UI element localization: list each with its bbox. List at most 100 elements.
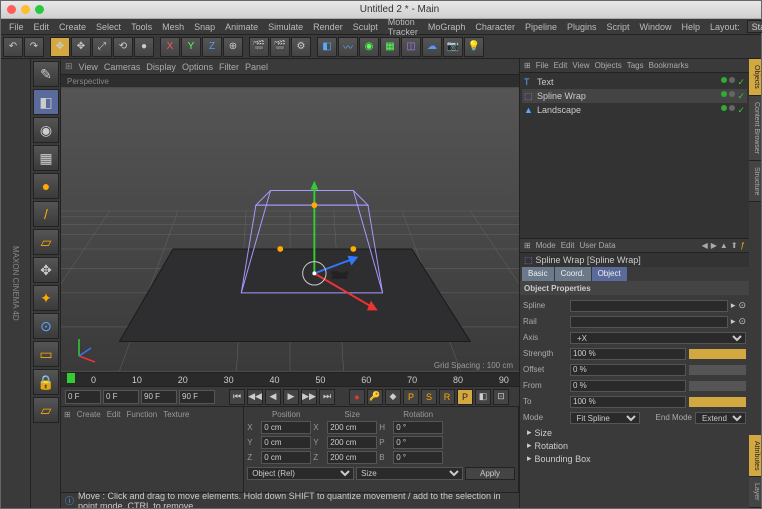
z-axis-lock[interactable]: Z xyxy=(202,37,222,57)
nav-back-icon[interactable]: ◀ xyxy=(702,241,708,250)
apply-button[interactable]: Apply xyxy=(465,467,515,480)
menu-file[interactable]: File xyxy=(5,20,28,34)
play-forward-button[interactable]: ▶ xyxy=(283,389,299,405)
object-item-text[interactable]: T Text ✓ xyxy=(522,75,747,89)
menu-edit[interactable]: Edit xyxy=(30,20,54,34)
pla-key-button[interactable]: ◧ xyxy=(475,389,491,405)
frame-range-end-input[interactable] xyxy=(179,390,215,404)
strength-slider[interactable] xyxy=(689,349,746,359)
om-view[interactable]: View xyxy=(572,61,589,70)
keyframe-selection-button[interactable]: ◆ xyxy=(385,389,401,405)
vp-menu-options[interactable]: Options xyxy=(182,62,213,72)
menu-mesh[interactable]: Mesh xyxy=(158,20,188,34)
menu-animate[interactable]: Animate xyxy=(221,20,262,34)
minimize-window-button[interactable] xyxy=(21,5,30,14)
pos-x-input[interactable] xyxy=(261,421,311,434)
vp-menu-view[interactable]: View xyxy=(79,62,98,72)
add-deformer-button[interactable]: ◫ xyxy=(401,37,421,57)
snap-enable-button[interactable]: ⊙ xyxy=(33,313,59,339)
vp-menu-cameras[interactable]: Cameras xyxy=(104,62,141,72)
size-y-input[interactable] xyxy=(327,436,377,449)
size-x-input[interactable] xyxy=(327,421,377,434)
side-tab-objects[interactable]: Objects xyxy=(749,59,761,96)
frame-start-input[interactable] xyxy=(65,390,101,404)
collapse-bounding-box[interactable]: ▸Bounding Box xyxy=(523,452,746,465)
from-slider[interactable] xyxy=(689,381,746,391)
prev-key-button[interactable]: ◀◀ xyxy=(247,389,263,405)
matmgr-function[interactable]: Function xyxy=(127,410,158,419)
side-tab-layer[interactable]: Layer xyxy=(749,477,761,508)
tab-basic[interactable]: Basic xyxy=(522,267,554,281)
side-tab-structure[interactable]: Structure xyxy=(749,161,761,202)
menu-simulate[interactable]: Simulate xyxy=(264,20,307,34)
autokey-button[interactable]: 🔑 xyxy=(367,389,383,405)
menu-select[interactable]: Select xyxy=(92,20,125,34)
x-axis-lock[interactable]: X xyxy=(160,37,180,57)
am-edit[interactable]: Edit xyxy=(561,241,575,250)
endmode-select[interactable]: Extend xyxy=(695,412,746,424)
redo-button[interactable]: ↷ xyxy=(24,37,44,57)
side-tab-attributes[interactable]: Attributes xyxy=(749,435,761,478)
goto-end-button[interactable]: ⏭ xyxy=(319,389,335,405)
point-mode-button[interactable]: ● xyxy=(33,173,59,199)
close-window-button[interactable] xyxy=(7,5,16,14)
frame-end-input[interactable] xyxy=(141,390,177,404)
planar-workplane-button[interactable]: ▱ xyxy=(33,397,59,423)
zoom-window-button[interactable] xyxy=(35,5,44,14)
add-spline-button[interactable]: 〰 xyxy=(338,37,358,57)
undo-button[interactable]: ↶ xyxy=(3,37,23,57)
menu-window[interactable]: Window xyxy=(636,20,676,34)
vp-menu-display[interactable]: Display xyxy=(146,62,176,72)
tab-object[interactable]: Object xyxy=(592,267,627,281)
next-key-button[interactable]: ▶▶ xyxy=(301,389,317,405)
locked-workplane-button[interactable]: 🔒 xyxy=(33,369,59,395)
rot-p-input[interactable] xyxy=(393,436,443,449)
rot-b-input[interactable] xyxy=(393,451,443,464)
menu-create[interactable]: Create xyxy=(55,20,90,34)
function-icon[interactable]: ƒ xyxy=(741,241,745,250)
add-nurbs-button[interactable]: ◉ xyxy=(359,37,379,57)
select-tool[interactable]: ✥ xyxy=(50,37,70,57)
collapse-size[interactable]: ▸Size xyxy=(523,426,746,439)
pos-y-input[interactable] xyxy=(261,436,311,449)
coord-space-select[interactable]: Object (Rel) xyxy=(247,467,354,480)
spline-link-input[interactable] xyxy=(570,300,728,312)
offset-slider[interactable] xyxy=(689,365,746,375)
scale-tool[interactable]: ⤢ xyxy=(92,37,112,57)
om-edit[interactable]: Edit xyxy=(554,61,568,70)
timeline-ruler[interactable]: 0102030405060708090 xyxy=(61,372,519,386)
rot-h-input[interactable] xyxy=(393,421,443,434)
am-mode[interactable]: Mode xyxy=(536,241,556,250)
coord-system[interactable]: ⊕ xyxy=(223,37,243,57)
frame-current-input[interactable] xyxy=(103,390,139,404)
link-arrow-icon[interactable]: ▸ xyxy=(731,300,736,311)
pos-z-input[interactable] xyxy=(261,451,311,464)
to-input[interactable] xyxy=(570,396,686,408)
menu-tools[interactable]: Tools xyxy=(127,20,156,34)
am-userdata[interactable]: User Data xyxy=(580,241,616,250)
menu-snap[interactable]: Snap xyxy=(190,20,219,34)
timeline-playhead[interactable] xyxy=(67,373,75,383)
om-file[interactable]: File xyxy=(536,61,549,70)
last-tool[interactable]: ● xyxy=(134,37,154,57)
vp-menu-panel[interactable]: Panel xyxy=(245,62,268,72)
matmgr-edit[interactable]: Edit xyxy=(107,410,121,419)
add-light-button[interactable]: 💡 xyxy=(464,37,484,57)
render-view-button[interactable]: 🎬 xyxy=(249,37,269,57)
axis-select[interactable]: +X xyxy=(570,332,746,344)
link-arrow-icon[interactable]: ▸ xyxy=(731,316,736,327)
coord-size-select[interactable]: Size xyxy=(356,467,463,480)
om-objects[interactable]: Objects xyxy=(595,61,622,70)
tab-coord[interactable]: Coord. xyxy=(555,267,591,281)
size-z-input[interactable] xyxy=(327,451,377,464)
edge-mode-button[interactable]: / xyxy=(33,201,59,227)
render-picture-viewer-button[interactable]: 🎬 xyxy=(270,37,290,57)
strength-input[interactable] xyxy=(570,348,686,360)
offset-input[interactable] xyxy=(570,364,686,376)
add-cube-button[interactable]: ◧ xyxy=(317,37,337,57)
menu-render[interactable]: Render xyxy=(309,20,347,34)
make-editable-button[interactable]: ✎ xyxy=(33,61,59,87)
nav-up-icon[interactable]: ▲ xyxy=(720,241,728,250)
clear-button[interactable]: ⊙ xyxy=(738,316,746,327)
menu-mograph[interactable]: MoGraph xyxy=(424,20,470,34)
